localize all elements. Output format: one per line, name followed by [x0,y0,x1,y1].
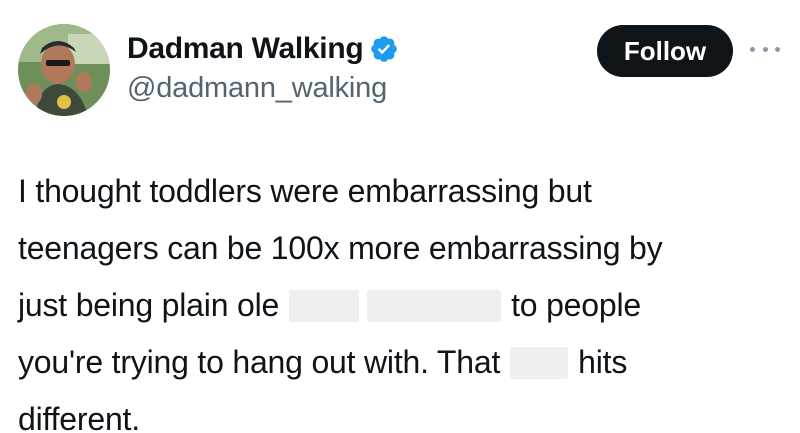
more-options-icon[interactable] [750,40,780,58]
tweet-line-segment: hits [578,344,628,380]
tweet-line: different. [18,401,140,433]
redacted-word [510,347,569,379]
tweet-line-segment: just being plain ole [18,287,280,323]
verified-badge-icon [369,34,399,64]
redacted-word [367,290,502,322]
author-handle[interactable]: @dadmann_walking [127,71,399,105]
tweet-line-segment: you're trying to hang out with. That [18,344,501,380]
tweet-line: just being plain ole to people [18,277,778,334]
author-display-name[interactable]: Dadman Walking [127,31,364,67]
avatar[interactable] [18,24,110,116]
tweet-line: you're trying to hang out with. That hits [18,334,778,391]
follow-button[interactable]: Follow [597,25,733,77]
more-dot [750,46,755,52]
tweet-line-segment: to people [511,287,641,323]
tweet-line: I thought toddlers were embarrassing but [18,173,592,209]
tweet-card: Dadman Walking @dadmann_walking Follow I… [0,0,800,433]
more-dot [762,46,768,52]
author-info: Dadman Walking @dadmann_walking [127,31,399,105]
more-dot [775,46,780,52]
tweet-line: teenagers can be 100x more embarrassing … [18,230,663,266]
author-name-row[interactable]: Dadman Walking [127,31,399,67]
redacted-word [289,290,360,322]
tweet-text: I thought toddlers were embarrassing but… [18,163,778,433]
profile-photo-icon [18,24,110,116]
